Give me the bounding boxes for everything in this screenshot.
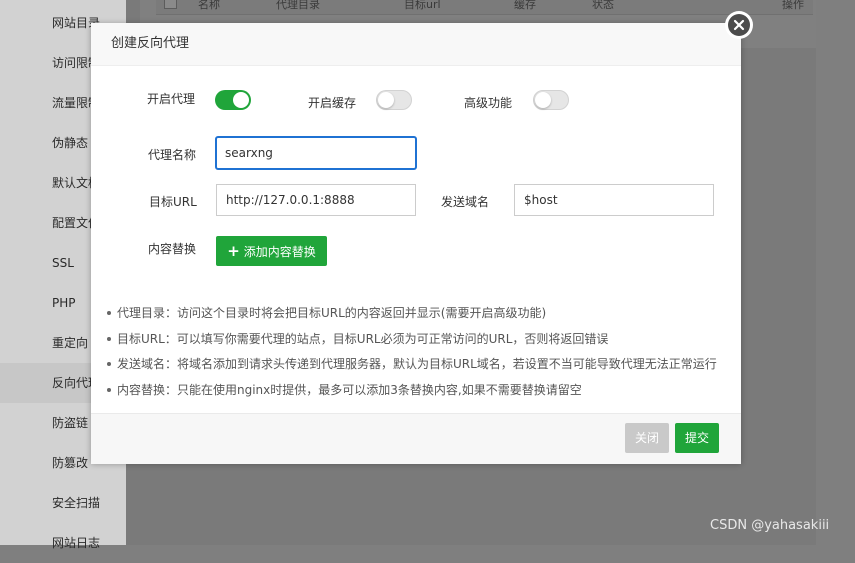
send-domain-label: 发送域名 xyxy=(441,195,490,209)
dialog-title: 创建反向代理 xyxy=(91,23,741,66)
help-notes: 代理目录：访问这个目录时将会把目标URL的内容返回并显示(需要开启高级功能) 目… xyxy=(107,303,737,405)
page-margin xyxy=(816,0,855,545)
bullet-icon xyxy=(107,336,111,341)
note-item: 代理目录：访问这个目录时将会把目标URL的内容返回并显示(需要开启高级功能) xyxy=(107,303,737,329)
advanced-label: 高级功能 xyxy=(464,96,513,110)
dialog-footer: 关闭 提交 xyxy=(91,413,741,464)
select-all-checkbox[interactable] xyxy=(164,0,177,9)
note-text: 目标URL：可以填写你需要代理的站点，目标URL必须为可正常访问的URL，否则将… xyxy=(117,331,609,346)
table-header: 名称 代理目录 目标url 缓存 状态 操作 xyxy=(156,0,813,15)
bullet-icon xyxy=(107,311,111,315)
sidebar-item-security-scan[interactable]: 安全扫描 xyxy=(0,483,126,523)
toggle-knob xyxy=(378,92,394,108)
bullet-icon xyxy=(107,362,111,366)
enable-proxy-label: 开启代理 xyxy=(147,92,196,106)
sidebar-item-site-log[interactable]: 网站日志 xyxy=(0,523,126,563)
note-text: 内容替换：只能在使用nginx时提供，最多可以添加3条替换内容,如果不需要替换请… xyxy=(117,382,582,397)
note-text: 发送域名：将域名添加到请求头传递到代理服务器，默认为目标URL域名，若设置不当可… xyxy=(117,357,717,371)
col-actions: 操作 xyxy=(782,0,804,11)
col-proxy-dir: 代理目录 xyxy=(276,0,320,11)
create-proxy-dialog: 创建反向代理 开启代理 开启缓存 高级功能 代理名称 目标URL 发送域名 内容… xyxy=(91,23,741,464)
enable-proxy-toggle[interactable] xyxy=(215,90,251,110)
submit-button[interactable]: 提交 xyxy=(675,423,720,453)
watermark: CSDN @yahasakiii xyxy=(710,518,830,533)
enable-cache-toggle[interactable] xyxy=(376,90,412,110)
note-text: 代理目录：访问这个目录时将会把目标URL的内容返回并显示(需要开启高级功能) xyxy=(117,306,547,320)
note-item: 目标URL：可以填写你需要代理的站点，目标URL必须为可正常访问的URL，否则将… xyxy=(107,329,737,355)
close-button[interactable]: 关闭 xyxy=(625,423,670,453)
col-cache: 缓存 xyxy=(514,0,536,11)
enable-cache-label: 开启缓存 xyxy=(308,96,357,110)
target-url-label: 目标URL xyxy=(149,195,197,209)
bullet-icon xyxy=(107,387,111,392)
target-url-input[interactable] xyxy=(216,184,416,216)
note-item: 内容替换：只能在使用nginx时提供，最多可以添加3条替换内容,如果不需要替换请… xyxy=(107,380,737,406)
dialog-close-button[interactable] xyxy=(725,11,753,39)
toggle-knob xyxy=(535,92,551,108)
proxy-name-label: 代理名称 xyxy=(148,148,197,162)
add-content-replace-label: 添加内容替换 xyxy=(243,244,316,259)
send-domain-input[interactable] xyxy=(514,184,714,216)
plus-icon: + xyxy=(227,241,240,260)
toggle-knob xyxy=(233,92,249,108)
content-replace-label: 内容替换 xyxy=(148,242,197,256)
proxy-name-input[interactable] xyxy=(215,136,417,170)
advanced-toggle[interactable] xyxy=(533,90,569,110)
close-icon xyxy=(728,14,750,36)
col-target-url: 目标url xyxy=(404,0,441,11)
note-item: 发送域名：将域名添加到请求头传递到代理服务器，默认为目标URL域名，若设置不当可… xyxy=(107,354,737,380)
col-name: 名称 xyxy=(198,0,220,11)
add-content-replace-button[interactable]: + 添加内容替换 xyxy=(216,236,327,266)
col-status: 状态 xyxy=(592,0,614,11)
